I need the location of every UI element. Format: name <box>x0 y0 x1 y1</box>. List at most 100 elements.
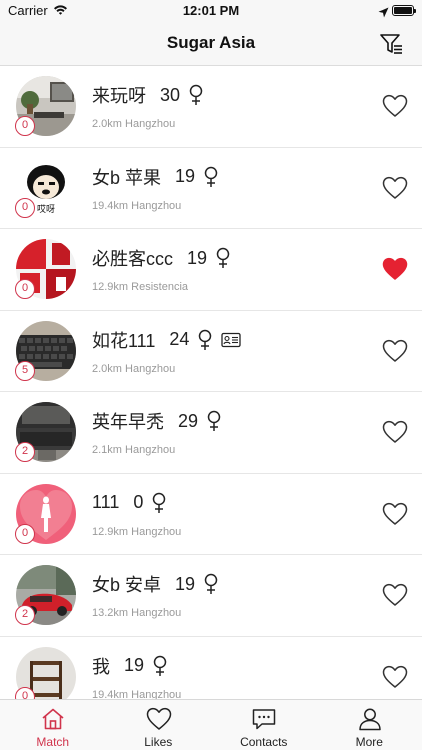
location-line: 12.9km Hangzhou <box>92 526 181 538</box>
female-icon <box>206 410 222 432</box>
heart-outline-icon <box>382 176 408 199</box>
female-icon <box>152 655 168 677</box>
message-count-badge: 0 <box>15 279 35 299</box>
location-arrow-icon <box>378 5 389 23</box>
female-icon <box>203 573 219 595</box>
tab-more[interactable]: More <box>317 700 422 750</box>
tab-bar: Match Likes Contacts More <box>0 699 422 750</box>
tab-label: More <box>355 735 383 749</box>
user-name: 如花111 <box>92 330 156 351</box>
distance: 2.0km <box>92 118 122 130</box>
city: Hangzhou <box>131 688 182 700</box>
user-age: 19 <box>175 573 196 594</box>
user-name: 必胜客ccc <box>92 249 173 269</box>
user-list[interactable]: 0 来玩呀 30 2.0km Hangzhou 哎呀 0 女b 苹果 19 19… <box>0 66 422 699</box>
female-icon <box>188 84 204 106</box>
like-button[interactable] <box>382 176 408 200</box>
user-row[interactable]: 0 我 19 19.4km Hangzhou <box>0 637 422 700</box>
location-line: 2.0km Hangzhou <box>92 363 175 375</box>
city: Hangzhou <box>125 362 176 375</box>
user-row[interactable]: 2 女b 安卓 19 13.2km Hangzhou <box>0 555 422 637</box>
user-row[interactable]: 5 如花111 24 2.0km Hangzhou <box>0 311 422 392</box>
message-count-badge: 0 <box>15 523 35 544</box>
heart-outline-icon <box>382 94 408 117</box>
female-icon <box>203 166 219 188</box>
distance: 19.4km <box>92 199 129 212</box>
message-count-badge: 0 <box>15 197 35 218</box>
city: Hangzhou <box>131 525 182 538</box>
heart-outline-icon <box>382 583 408 606</box>
user-name: 英年早秃 <box>92 412 164 432</box>
tab-contacts[interactable]: Contacts <box>211 700 317 750</box>
user-age: 19 <box>124 655 145 675</box>
like-button[interactable] <box>382 583 408 607</box>
distance: 19.4km <box>92 688 129 700</box>
like-button[interactable] <box>382 339 408 363</box>
message-count-badge: 5 <box>15 360 35 381</box>
tab-match[interactable]: Match <box>0 700 106 750</box>
tab-likes[interactable]: Likes <box>106 700 212 750</box>
like-button[interactable] <box>382 257 408 281</box>
heart-outline-icon <box>382 665 408 688</box>
navigation-bar: Sugar Asia <box>0 22 422 66</box>
user-age: 19 <box>175 166 196 186</box>
location-line: 19.4km Hangzhou <box>92 689 181 700</box>
like-button[interactable] <box>382 502 408 526</box>
page-title: Sugar Asia <box>166 33 256 52</box>
location-line: 12.9km Resistencia <box>92 281 188 293</box>
distance: 13.2km <box>92 607 129 619</box>
distance: 2.1km <box>92 444 122 456</box>
chat-icon <box>252 709 276 730</box>
user-age: 0 <box>133 492 144 512</box>
distance: 12.9km <box>92 525 129 538</box>
like-button[interactable] <box>382 665 408 689</box>
user-age: 29 <box>178 410 199 431</box>
message-count-badge: 0 <box>15 116 35 136</box>
location-line: 13.2km Hangzhou <box>92 607 181 619</box>
heart-filled-icon <box>382 257 408 280</box>
id-card-icon <box>221 332 242 348</box>
heart-icon <box>146 707 171 730</box>
city: Hangzhou <box>125 118 176 130</box>
female-icon <box>215 247 231 269</box>
message-count-badge: 2 <box>15 605 35 625</box>
user-row[interactable]: 哎呀 0 女b 苹果 19 19.4km Hangzhou <box>0 148 422 229</box>
tab-label: Contacts <box>240 735 288 749</box>
city: Hangzhou <box>125 444 176 456</box>
user-age: 19 <box>187 247 208 268</box>
location-line: 2.0km Hangzhou <box>92 118 175 130</box>
location-line: 19.4km Hangzhou <box>92 200 181 212</box>
heart-outline-icon <box>382 339 408 362</box>
female-icon <box>151 492 167 514</box>
svg-text:哎呀: 哎呀 <box>37 204 55 215</box>
tab-label: Likes <box>144 735 173 749</box>
city: Resistencia <box>131 281 188 293</box>
city: Hangzhou <box>131 199 182 212</box>
user-row[interactable]: 0 111 0 12.9km Hangzhou <box>0 474 422 555</box>
message-count-badge: 2 <box>15 442 35 462</box>
heart-outline-icon <box>382 420 408 443</box>
user-age: 30 <box>160 84 181 105</box>
female-icon <box>197 329 213 351</box>
battery-icon <box>392 5 416 16</box>
status-bar: Carrier 12:01 PM <box>0 0 422 22</box>
distance: 12.9km <box>92 281 129 293</box>
user-row[interactable]: 2 英年早秃 29 2.1km Hangzhou <box>0 392 422 474</box>
home-icon <box>42 708 64 730</box>
user-row[interactable]: 0 必胜客ccc 19 12.9km Resistencia <box>0 229 422 311</box>
tab-label: Match <box>36 735 70 749</box>
like-button[interactable] <box>382 420 408 444</box>
filter-icon <box>380 34 402 54</box>
clock: 12:01 PM <box>182 3 240 18</box>
distance: 2.0km <box>92 362 122 375</box>
user-age: 24 <box>169 329 190 349</box>
user-name: 女b 安卓 <box>92 575 162 595</box>
user-name: 111 <box>92 492 120 512</box>
user-row[interactable]: 0 来玩呀 30 2.0km Hangzhou <box>0 66 422 148</box>
like-button[interactable] <box>382 94 408 118</box>
filter-button[interactable] <box>378 31 404 57</box>
user-name: 女b 苹果 <box>92 167 162 188</box>
city: Hangzhou <box>131 607 182 619</box>
heart-outline-icon <box>382 502 408 525</box>
user-name: 我 <box>92 656 110 677</box>
